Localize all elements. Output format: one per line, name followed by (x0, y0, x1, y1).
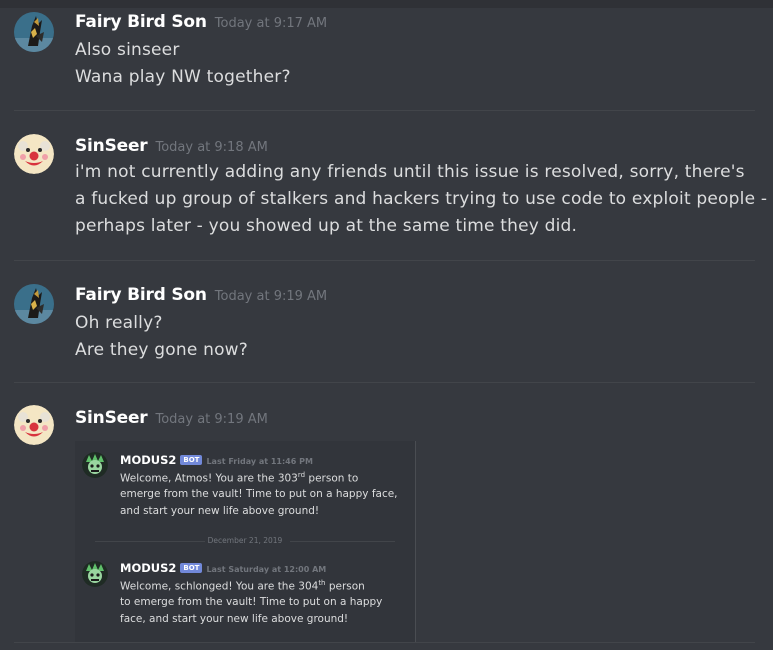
author-name[interactable]: Fairy Bird Son (75, 12, 207, 32)
bot-name: MODUS2 (120, 561, 177, 575)
top-bar (0, 0, 773, 8)
message-timestamp: Today at 9:18 AM (155, 140, 268, 155)
bot-badge: BOT (180, 455, 203, 465)
clown-avatar-icon[interactable] (14, 405, 54, 445)
bot-avatar-icon (82, 452, 108, 478)
author-name[interactable]: SinSeer (75, 136, 148, 156)
bot-text: face, and start your new life above grou… (120, 613, 349, 625)
bot-name: MODUS2 (120, 453, 177, 467)
message-text: Oh really? (75, 313, 163, 333)
message-text: a fucked up group of stalkers and hacker… (75, 189, 768, 209)
bird-avatar-icon[interactable] (14, 12, 54, 52)
author-name[interactable]: SinSeer (75, 408, 148, 428)
bot-timestamp: Last Friday at 11:46 PM (206, 457, 313, 466)
message-divider (14, 382, 755, 383)
message-text: Are they gone now? (75, 340, 249, 360)
message-author[interactable]: Fairy Bird Son Today at 9:17 AM (75, 12, 327, 32)
bot-author: MODUS2 BOT Last Friday at 11:46 PM (120, 453, 313, 467)
bot-text: Welcome, Atmos! You are the 303rd person… (120, 471, 359, 485)
clown-avatar-icon[interactable] (14, 134, 54, 174)
bot-text: Welcome, schlonged! You are the 304th pe… (120, 579, 365, 593)
message-text: i'm not currently adding any friends unt… (75, 162, 745, 182)
message-timestamp: Today at 9:17 AM (214, 16, 328, 31)
message-text: Also sinseer (75, 40, 180, 60)
bot-author: MODUS2 BOT Last Saturday at 12:00 AM (120, 561, 326, 575)
message-divider (14, 260, 755, 261)
bot-text: to emerge from the vault! Time to put on… (120, 596, 383, 608)
author-name[interactable]: Fairy Bird Son (75, 285, 207, 305)
message-divider (14, 110, 755, 111)
message-timestamp: Today at 9:19 AM (214, 289, 328, 304)
message-text: perhaps later - you showed up at the sam… (75, 216, 578, 236)
bot-badge: BOT (180, 563, 203, 573)
message-author[interactable]: SinSeer Today at 9:19 AM (75, 408, 268, 428)
image-attachment[interactable]: MODUS2 BOT Last Friday at 11:46 PM Welcome… (75, 441, 416, 643)
message-divider (14, 642, 755, 643)
bot-timestamp: Last Saturday at 12:00 AM (206, 565, 327, 574)
bot-text: and start your new life above ground! (120, 505, 320, 517)
message-timestamp: Today at 9:19 AM (155, 412, 268, 427)
date-separator: December 21, 2019 (95, 536, 395, 546)
message-author[interactable]: Fairy Bird Son Today at 9:19 AM (75, 285, 327, 305)
message-text: Wana play NW together? (75, 67, 291, 87)
bot-text: emerge from the vault! Time to put on a … (120, 488, 398, 500)
message-author[interactable]: SinSeer Today at 9:18 AM (75, 136, 268, 156)
bird-avatar-icon[interactable] (14, 284, 54, 324)
bot-avatar-icon (82, 561, 108, 587)
